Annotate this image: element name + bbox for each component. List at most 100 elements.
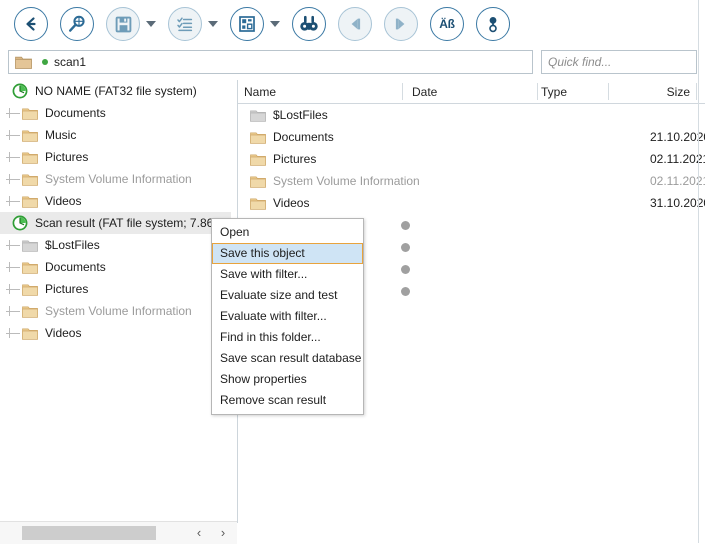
grey-folder-icon — [250, 109, 266, 122]
table-row[interactable]: Videos31.10.2020 15:36:22File folder220.… — [238, 192, 705, 214]
cell-date — [401, 258, 521, 280]
grid-view-icon — [239, 16, 255, 32]
floppy-save-icon — [115, 16, 131, 32]
scan-button[interactable] — [60, 7, 94, 41]
column-header-name[interactable]: Name — [244, 80, 404, 103]
magnifier-scan-icon — [69, 15, 85, 32]
encoding-button[interactable]: Äß — [430, 7, 464, 41]
masked-entry-dot — [401, 220, 410, 230]
masked-entry-dot — [401, 264, 410, 274]
file-name-label: Pictures — [273, 152, 317, 166]
folder-icon — [22, 129, 38, 142]
pin-icon — [489, 17, 497, 33]
table-row[interactable]: Pictures02.11.2021 12:21:18File folder4.… — [238, 148, 705, 170]
folder-icon — [250, 175, 266, 188]
cell-date: 21.10.2020 15:22:38 — [650, 130, 705, 144]
menu-item[interactable]: Find in this folder... — [212, 327, 363, 348]
tree-item-label: Pictures — [45, 282, 89, 296]
tree-connector — [6, 306, 20, 316]
list-button[interactable] — [168, 7, 202, 41]
file-name-label: Videos — [273, 196, 310, 210]
menu-item[interactable]: Evaluate size and test — [212, 285, 363, 306]
file-list-header: Name Date Type Size — [238, 80, 705, 104]
folder-icon — [15, 56, 32, 69]
tree-item[interactable]: Music — [0, 124, 231, 146]
menu-item[interactable]: Save scan result database — [212, 348, 363, 369]
view-button[interactable] — [230, 7, 264, 41]
menu-item[interactable]: Remove scan result — [212, 390, 363, 411]
tree-item[interactable]: NO NAME (FAT32 file system) — [0, 80, 231, 102]
file-name-label: Documents — [273, 130, 334, 144]
column-divider[interactable] — [402, 83, 403, 100]
scroll-left-button[interactable]: ‹ — [188, 522, 210, 543]
back-button[interactable] — [14, 7, 48, 41]
cell-date: 02.11.2021 12:21:18 — [650, 152, 705, 166]
cell-date — [401, 214, 521, 236]
table-row[interactable]: Documents21.10.2020 15:22:38File folder2… — [238, 126, 705, 148]
tree-item-label: Music — [45, 128, 77, 142]
next-button[interactable] — [384, 7, 418, 41]
column-header-type[interactable]: Type — [541, 80, 601, 103]
column-header-size[interactable]: Size — [612, 80, 690, 103]
tree-connector — [6, 152, 20, 162]
search-input[interactable] — [542, 50, 705, 74]
cell-date: 02.11.2021 12:12:38 — [650, 174, 705, 188]
toolbar: Äß — [0, 0, 705, 48]
cell-name: $LostFiles — [244, 104, 634, 126]
column-divider[interactable] — [537, 83, 538, 100]
tree-connector — [6, 174, 20, 184]
save-button[interactable] — [106, 7, 140, 41]
green-clock-volume-icon — [12, 215, 28, 231]
save-dropdown-caret[interactable] — [146, 21, 156, 27]
masked-entry-dot — [401, 242, 410, 252]
folder-tree-pane[interactable]: NO NAME (FAT32 file system) Documents Musi… — [0, 80, 231, 523]
context-menu[interactable]: Open Save this object Save with filter... E… — [211, 218, 364, 415]
column-divider[interactable] — [608, 83, 609, 100]
grey-folder-icon — [22, 239, 38, 252]
tree-item-label: System Volume Information — [45, 304, 192, 318]
tree-item[interactable]: Videos — [0, 190, 231, 212]
column-divider[interactable] — [696, 83, 697, 100]
cell-name: Pictures — [244, 148, 634, 170]
menu-item[interactable]: Evaluate with filter... — [212, 306, 363, 327]
list-dropdown-caret[interactable] — [208, 21, 218, 27]
tree-item[interactable]: Documents — [0, 102, 231, 124]
file-name-label: $LostFiles — [273, 108, 328, 122]
table-row[interactable]: $LostFilesFile folder3.21 GB — [238, 104, 705, 126]
cell-name: Documents — [244, 126, 634, 148]
folder-icon — [22, 261, 38, 274]
cell-date — [401, 280, 521, 302]
tree-item[interactable]: $LostFiles — [0, 234, 231, 256]
column-header-date[interactable]: Date — [412, 80, 532, 103]
tree-item[interactable]: Pictures — [0, 278, 231, 300]
file-name-label: System Volume Information — [273, 174, 420, 188]
menu-item[interactable]: Open — [212, 222, 363, 243]
menu-item[interactable]: Show properties — [212, 369, 363, 390]
menu-item[interactable]: Save with filter... — [212, 264, 363, 285]
green-status-dot — [42, 59, 48, 65]
cell-date — [650, 104, 705, 126]
quick-find-box[interactable] — [541, 50, 705, 74]
tree-item-label: Pictures — [45, 150, 89, 164]
tree-item[interactable]: Scan result (FAT file system; 7.86 GB; .… — [0, 212, 231, 234]
menu-item[interactable]: Save this object — [212, 243, 363, 264]
tree-item[interactable]: Documents — [0, 256, 231, 278]
scrollbar-thumb[interactable] — [22, 526, 156, 540]
prev-button[interactable] — [338, 7, 372, 41]
encoding-label: Äß — [439, 17, 455, 31]
tree-item[interactable]: System Volume Information — [0, 300, 231, 322]
table-row[interactable]: System Volume Information 02.11.2021 12:1… — [238, 170, 705, 192]
tree-connector — [6, 196, 20, 206]
folder-icon — [22, 305, 38, 318]
tree-item[interactable]: System Volume Information — [0, 168, 231, 190]
arrow-left-icon — [26, 17, 36, 31]
horizontal-scrollbar[interactable]: ‹ › — [0, 521, 237, 544]
tree-item[interactable]: Pictures — [0, 146, 231, 168]
find-button[interactable] — [292, 7, 326, 41]
tree-item[interactable]: Videos — [0, 322, 231, 344]
options-button[interactable] — [476, 7, 510, 41]
view-dropdown-caret[interactable] — [270, 21, 280, 27]
tree-connector — [6, 108, 20, 118]
path-bar[interactable]: scan1 — [8, 50, 533, 74]
scroll-right-button[interactable]: › — [212, 522, 234, 543]
